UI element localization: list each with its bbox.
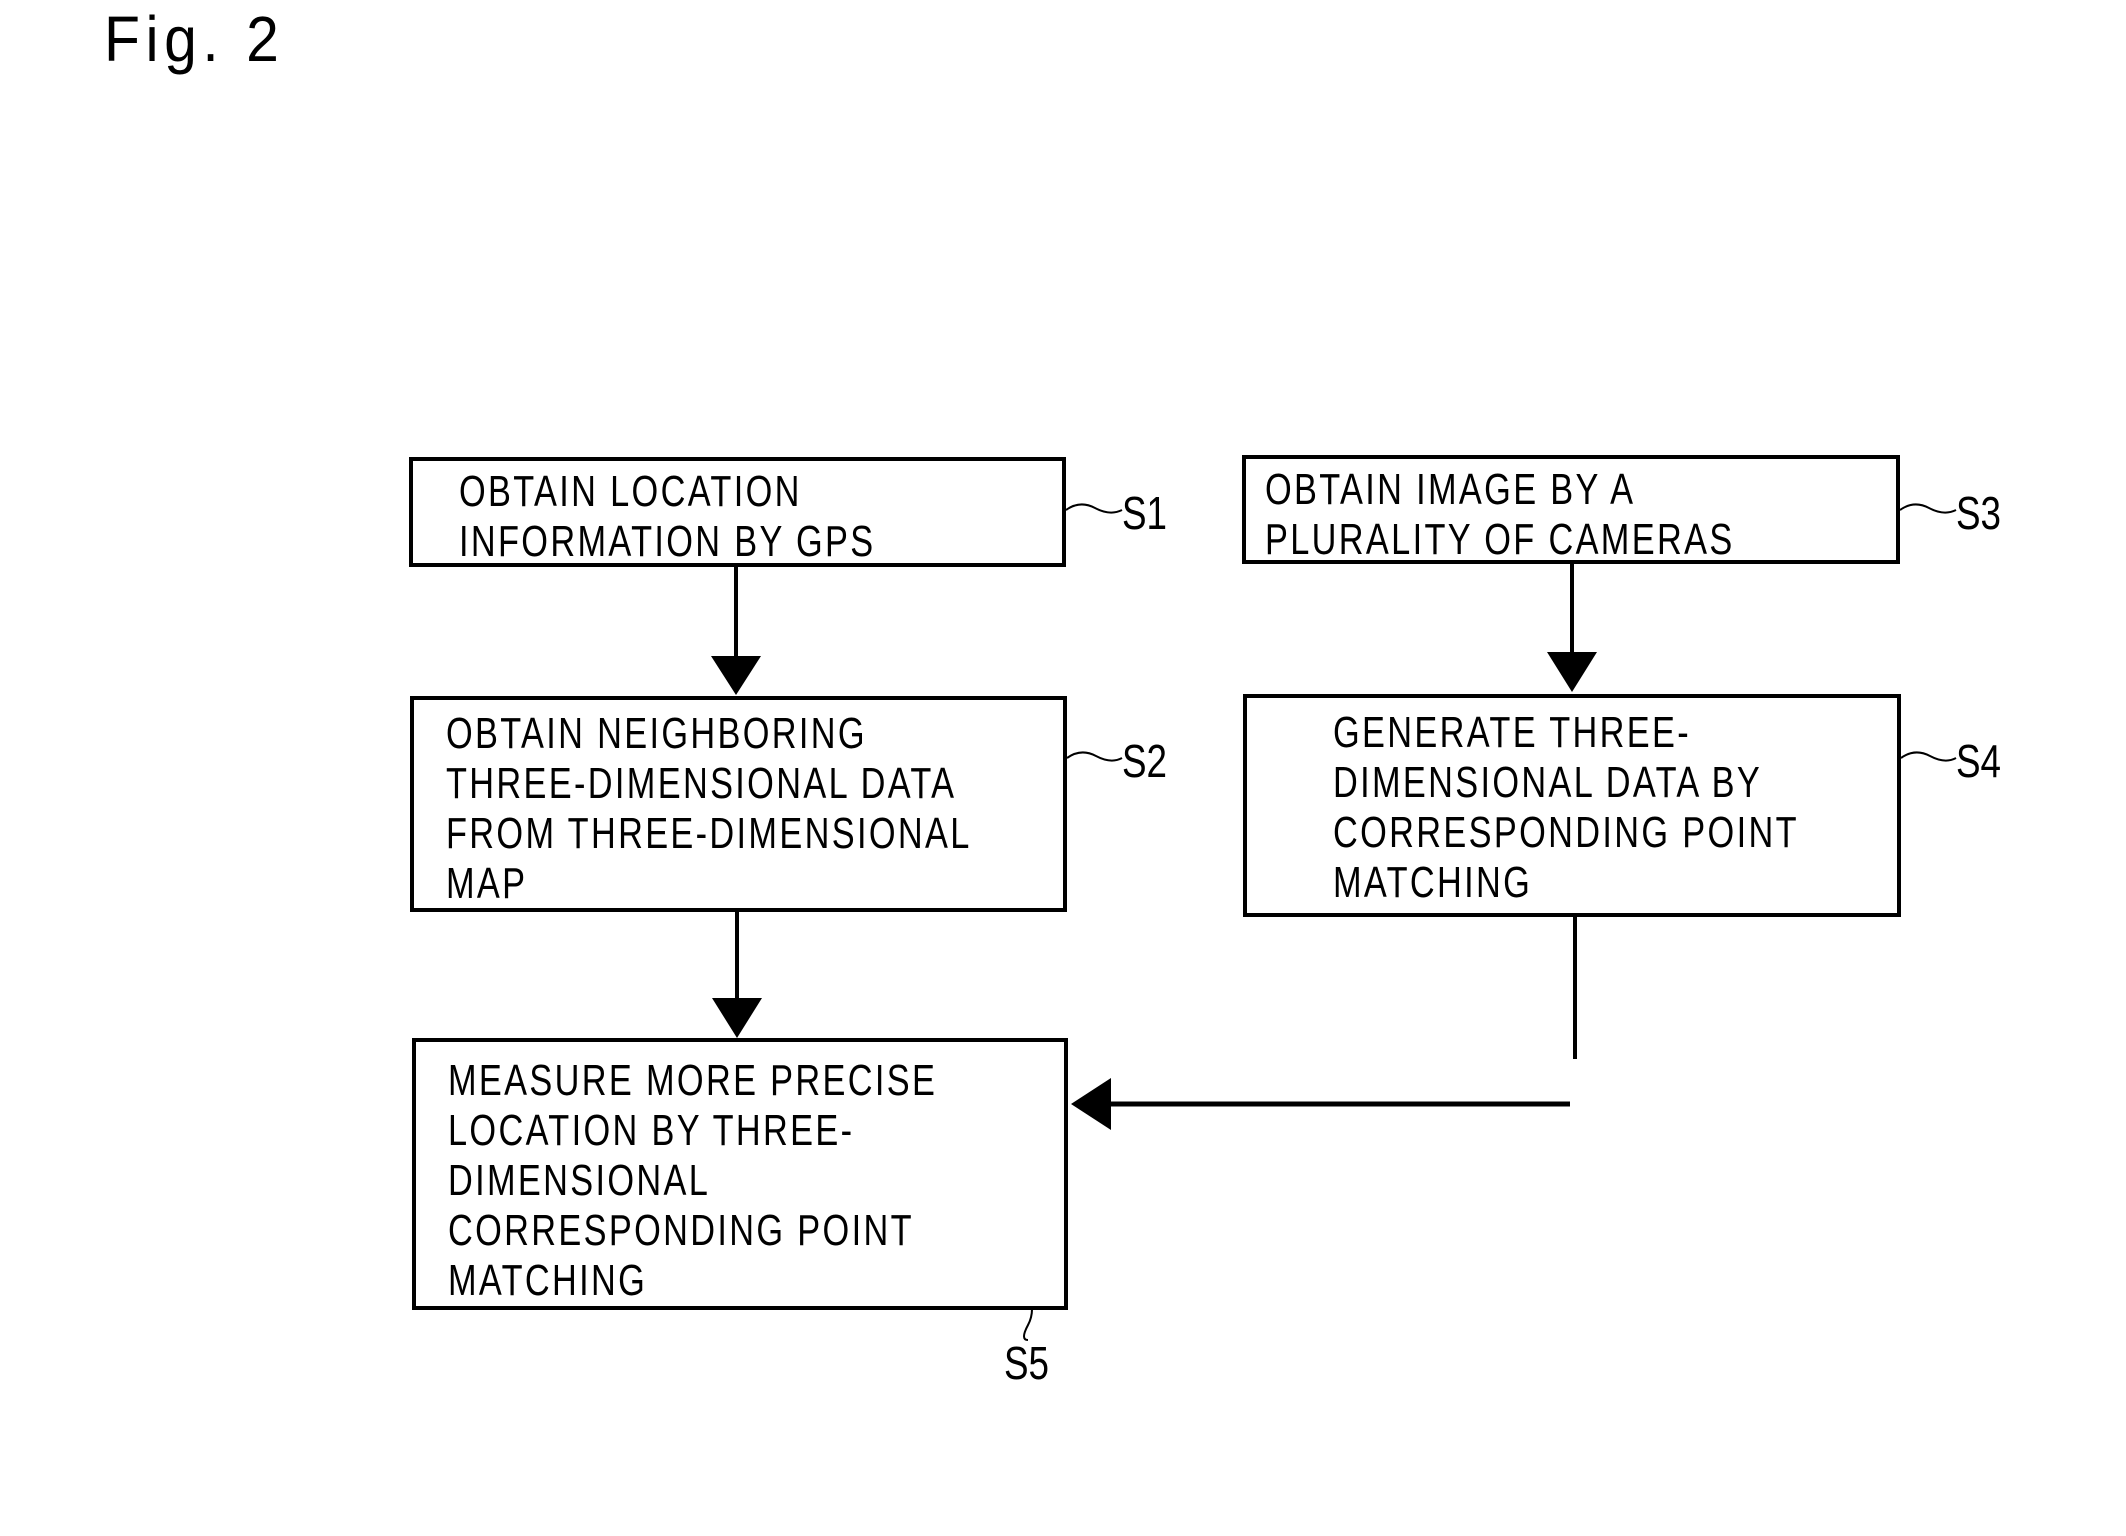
step-text-line: CORRESPONDING POINT	[1333, 808, 1799, 857]
step-text-line: INFORMATION BY GPS	[459, 517, 876, 566]
leader-s3	[1899, 503, 1957, 514]
step-label-s3: S3	[1956, 487, 2002, 539]
step-text-line: MEASURE MORE PRECISE	[448, 1056, 938, 1105]
step-text-s2: OBTAIN NEIGHBORING THREE-DIMENSIONAL DAT…	[446, 709, 972, 909]
arrow-s1-to-s2	[711, 567, 761, 695]
step-label-s2: S2	[1122, 735, 1168, 787]
step-text-line: GENERATE THREE-	[1333, 708, 1692, 757]
leader-s1	[1065, 503, 1123, 514]
step-text-line: LOCATION BY THREE-	[448, 1106, 855, 1155]
step-box-s2: OBTAIN NEIGHBORING THREE-DIMENSIONAL DAT…	[410, 696, 1067, 912]
step-text-s4: GENERATE THREE- DIMENSIONAL DATA BY CORR…	[1333, 708, 1799, 908]
step-text-s5: MEASURE MORE PRECISE LOCATION BY THREE- …	[448, 1056, 937, 1306]
step-box-s3: OBTAIN IMAGE BY A PLURALITY OF CAMERAS	[1242, 455, 1900, 564]
step-text-line: PLURALITY OF CAMERAS	[1265, 515, 1735, 564]
leader-s2	[1066, 751, 1123, 762]
step-text-line: OBTAIN IMAGE BY A	[1265, 465, 1636, 514]
step-box-s5: MEASURE MORE PRECISE LOCATION BY THREE- …	[412, 1038, 1068, 1310]
step-label-s4: S4	[1956, 735, 2002, 787]
step-text-line: DIMENSIONAL DATA BY	[1333, 758, 1763, 807]
step-text-line: CORRESPONDING POINT	[448, 1206, 914, 1255]
step-text-line: OBTAIN LOCATION	[459, 467, 802, 516]
step-text-s3: OBTAIN IMAGE BY A PLURALITY OF CAMERAS	[1265, 465, 1735, 565]
leader-s4	[1900, 751, 1957, 762]
arrow-s2-to-s5	[712, 912, 762, 1038]
step-box-s1: OBTAIN LOCATION INFORMATION BY GPS	[409, 457, 1066, 567]
step-label-s1: S1	[1122, 487, 1168, 539]
step-box-s4: GENERATE THREE- DIMENSIONAL DATA BY CORR…	[1243, 694, 1901, 917]
arrow-s4-to-s5	[1071, 917, 1577, 1130]
step-text-line: FROM THREE-DIMENSIONAL	[446, 809, 972, 858]
step-label-s5: S5	[1004, 1337, 1050, 1389]
step-text-s1: OBTAIN LOCATION INFORMATION BY GPS	[459, 467, 876, 567]
step-text-line: OBTAIN NEIGHBORING	[446, 709, 867, 758]
step-text-line: MAP	[446, 859, 528, 908]
step-text-line: MATCHING	[1333, 858, 1533, 907]
step-text-line: MATCHING	[448, 1256, 648, 1305]
step-text-line: THREE-DIMENSIONAL DATA	[446, 759, 957, 808]
step-text-line: DIMENSIONAL	[448, 1156, 711, 1205]
arrow-s3-to-s4	[1547, 564, 1597, 692]
